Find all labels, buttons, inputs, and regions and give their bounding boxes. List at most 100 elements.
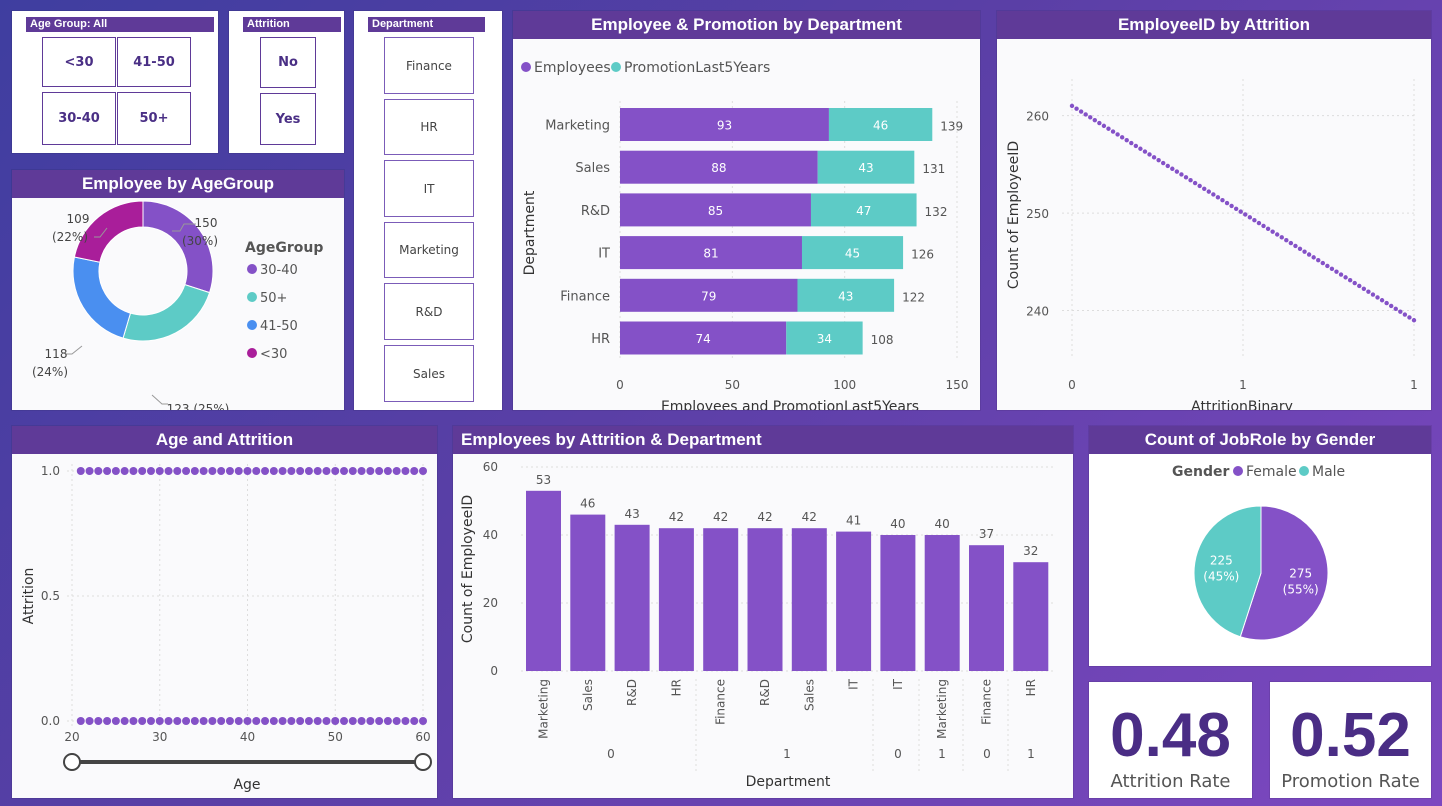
scatter-point xyxy=(252,717,261,725)
scatter-point xyxy=(348,717,357,725)
promo-y-tick: R&D xyxy=(581,204,610,219)
column-x-tick: R&D xyxy=(625,679,639,706)
dept-option-marketing[interactable]: Marketing xyxy=(384,222,474,278)
line-point xyxy=(1183,175,1189,180)
column-group-label: 0 xyxy=(607,747,615,761)
donut-legend-title: AgeGroup xyxy=(245,240,323,256)
age-attrition-title: Age and Attrition xyxy=(12,426,437,454)
scatter-point xyxy=(322,467,331,475)
dept-option-rnd[interactable]: R&D xyxy=(384,283,474,340)
column-data-label: 40 xyxy=(890,517,905,531)
column-data-label: 42 xyxy=(757,510,772,524)
line-point xyxy=(1384,300,1389,306)
column-y-axis-title: Count of EmployeeID xyxy=(460,495,476,643)
donut-legend-label: 50+ xyxy=(260,291,287,306)
line-point xyxy=(1101,123,1107,129)
line-point xyxy=(1110,129,1116,134)
line-point xyxy=(1188,177,1193,183)
column-data-label: 42 xyxy=(669,510,684,524)
scatter-point xyxy=(296,467,305,475)
scatter-point xyxy=(375,467,384,475)
promo-y-tick: Sales xyxy=(575,161,610,176)
dept-option-hr[interactable]: HR xyxy=(384,99,474,155)
line-point xyxy=(1343,275,1348,280)
donut-legend-label: <30 xyxy=(260,347,287,362)
attrition-option-no[interactable]: No xyxy=(260,37,316,88)
line-point xyxy=(1334,269,1339,274)
line-point xyxy=(1220,198,1225,203)
scatter-point xyxy=(357,717,366,725)
scatter-point xyxy=(94,467,103,475)
scatter-point xyxy=(173,717,182,725)
dept-option-finance[interactable]: Finance xyxy=(384,37,474,94)
line-point xyxy=(1106,126,1111,131)
column-bar xyxy=(614,524,650,671)
attrition-option-yes[interactable]: Yes xyxy=(260,93,316,145)
dept-option-sales[interactable]: Sales xyxy=(384,345,474,402)
line-point xyxy=(1211,192,1216,197)
scatter-point xyxy=(287,717,296,725)
line-point xyxy=(1316,258,1321,263)
line-point xyxy=(1133,143,1139,149)
scatter-x-tick: 20 xyxy=(64,730,79,744)
age-slider-handle-min[interactable] xyxy=(63,753,81,771)
scatter-point xyxy=(111,467,120,475)
line-y-tick: 260 xyxy=(1026,110,1049,124)
scatter-point xyxy=(340,717,349,725)
column-group-label: 1 xyxy=(1027,747,1035,761)
scatter-point xyxy=(129,467,138,475)
age-option-30-40[interactable]: 30-40 xyxy=(42,92,116,145)
gender-pie-label: 225 xyxy=(1210,554,1233,568)
line-point xyxy=(1202,186,1207,191)
line-point xyxy=(1074,106,1079,111)
line-point xyxy=(1243,212,1248,217)
column-x-tick: Finance xyxy=(980,679,994,725)
column-x-tick: HR xyxy=(1024,679,1038,696)
donut-legend-swatch xyxy=(247,320,257,330)
line-y-axis-title: Count of EmployeeID xyxy=(1006,141,1022,289)
promo-x-tick: 0 xyxy=(616,378,624,392)
age-attrition-chart: Age and Attrition 20 30 40 50 60 0.0 0.5 1.0 Age… xyxy=(12,426,437,798)
line-point xyxy=(1402,312,1408,317)
scatter-x-tick: 40 xyxy=(240,730,255,744)
scatter-point xyxy=(383,467,392,475)
line-point xyxy=(1256,220,1262,226)
age-group-chart-title: Employee by AgeGroup xyxy=(12,170,344,198)
dept-option-it[interactable]: IT xyxy=(384,160,474,217)
donut-label: 109 xyxy=(67,212,90,226)
line-point xyxy=(1233,206,1239,211)
line-point xyxy=(1389,303,1394,309)
scatter-point xyxy=(269,467,278,475)
promo-data-label: 88 xyxy=(711,161,726,175)
age-option-lt30[interactable]: <30 xyxy=(42,37,116,87)
scatter-point xyxy=(392,717,401,725)
line-point xyxy=(1119,135,1125,140)
scatter-point xyxy=(243,717,252,725)
line-point xyxy=(1170,166,1175,171)
scatter-point xyxy=(366,467,375,475)
line-point xyxy=(1069,103,1075,109)
line-point xyxy=(1229,203,1234,209)
scatter-point xyxy=(322,717,331,725)
age-slider-handle-max[interactable] xyxy=(414,753,432,771)
column-group-label: 0 xyxy=(894,747,902,761)
age-option-41-50[interactable]: 41-50 xyxy=(117,37,191,87)
line-point xyxy=(1329,266,1335,272)
line-point xyxy=(1407,315,1412,320)
promo-data-label: 45 xyxy=(845,247,860,261)
line-point xyxy=(1138,146,1143,151)
column-x-tick: IT xyxy=(891,678,905,690)
promotion-chart-title: Employee & Promotion by Department xyxy=(513,11,980,39)
donut-legend-label: 30-40 xyxy=(260,263,298,278)
scatter-point xyxy=(348,467,357,475)
column-bar xyxy=(836,531,872,671)
donut-label: (30%) xyxy=(182,234,218,248)
scatter-point xyxy=(138,717,147,725)
gender-chart: Count of JobRole by Gender Gender Female M… xyxy=(1089,426,1431,666)
scatter-point xyxy=(182,467,191,475)
line-point xyxy=(1147,152,1152,157)
scatter-point xyxy=(383,717,392,725)
column-x-tick: R&D xyxy=(758,679,772,706)
line-point xyxy=(1265,226,1271,231)
age-option-50plus[interactable]: 50+ xyxy=(117,92,191,145)
